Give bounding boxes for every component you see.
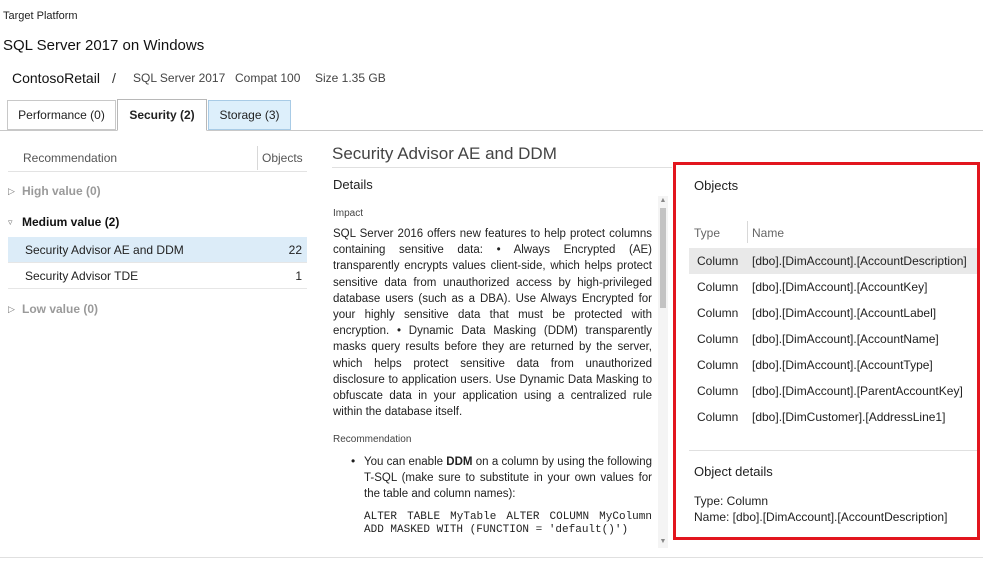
bottom-divider [0,557,983,558]
objects-column-header[interactable]: Objects [262,151,303,165]
column-resize-handle[interactable] [257,146,258,170]
object-type: Column [697,410,739,424]
tab-storage[interactable]: Storage (3) [208,100,291,130]
tab-performance[interactable]: Performance (0) [7,100,116,130]
object-name: [dbo].[DimAccount].[AccountLabel] [752,306,937,320]
recommendation-column-header[interactable]: Recommendation [23,151,117,165]
breadcrumb-size: Size 1.35 GB [315,71,386,85]
scroll-up-arrow-icon[interactable]: ▲ [658,196,668,206]
caret-down-icon: ▿ [8,216,13,227]
object-detail-type: Type: Column [694,494,769,508]
section-divider [689,450,977,451]
recommendation-count: 22 [288,242,302,257]
impact-text: SQL Server 2016 offers new features to h… [333,228,652,419]
breadcrumb-separator: / [112,70,116,86]
caret-right-icon: ▷ [8,303,15,314]
object-type: Column [697,306,739,320]
group-high-value[interactable]: ▷ High value (0) [8,181,101,201]
object-name: [dbo].[DimAccount].[AccountName] [752,332,939,346]
bullet-icon: • [351,454,356,468]
target-platform-name: SQL Server 2017 on Windows [3,37,205,54]
breadcrumb-database: ContosoRetail [12,70,100,86]
object-row[interactable]: Column [dbo].[DimCustomer].[AddressLine2] [689,430,977,438]
detail-title: Security Advisor AE and DDM [332,144,557,163]
breadcrumb-version: SQL Server 2017 [133,71,226,85]
recommendation-text: You can enable DDM on a column by using … [364,454,652,502]
objects-heading: Objects [694,178,739,193]
object-name: [dbo].[DimAccount].[ParentAccountKey] [752,384,963,398]
recommendation-name: Security Advisor TDE [25,268,139,283]
object-row[interactable]: Column [dbo].[DimAccount].[AccountLabel] [689,300,977,326]
type-column-header[interactable]: Type [694,226,720,240]
tab-security[interactable]: Security (2) [117,99,207,131]
group-label: Low value (0) [22,302,99,316]
detail-scrollbar-thumb[interactable] [660,208,666,308]
name-column-header[interactable]: Name [752,226,784,240]
object-name: [dbo].[DimCustomer].[AddressLine1] [752,410,946,424]
object-name: [dbo].[DimAccount].[AccountType] [752,358,933,372]
group-low-value[interactable]: ▷ Low value (0) [8,299,98,319]
details-heading: Details [333,177,373,192]
object-row[interactable]: Column [dbo].[DimCustomer].[AddressLine1] [689,404,977,430]
object-type: Column [697,332,739,346]
object-row[interactable]: Column [dbo].[DimAccount].[AccountName] [689,326,977,352]
column-resize-handle[interactable] [747,221,748,243]
impact-label: Impact [333,208,364,219]
objects-panel: Objects Type Name Column [dbo].[DimAccoun… [673,162,980,540]
recommendation-label: Recommendation [333,434,412,445]
object-type: Column [697,254,739,268]
object-row[interactable]: Column [dbo].[DimAccount].[ParentAccountK… [689,378,977,404]
header-divider [8,171,307,172]
title-divider [332,167,672,168]
recommendation-row-tde[interactable]: Security Advisor TDE 1 [8,263,307,289]
group-label: High value (0) [22,184,101,198]
object-type: Column [697,358,739,372]
breadcrumb-compat: Compat 100 [235,71,301,85]
object-type: Column [697,384,739,398]
tsql-code: ALTER TABLE MyTable ALTER COLUMN MyColum… [364,511,659,536]
object-row[interactable]: Column [dbo].[DimAccount].[AccountKey] [689,274,977,300]
object-type: Column [697,436,738,438]
target-platform-label: Target Platform [3,10,78,22]
objects-list[interactable]: Column [dbo].[DimAccount].[AccountDescrip… [689,248,977,438]
recommendation-row-ae-ddm[interactable]: Security Advisor AE and DDM 22 [8,237,307,263]
recommendation-count: 1 [295,268,302,283]
rec-text-prefix: You can enable [364,456,447,468]
group-medium-value[interactable]: ▿ Medium value (2) [8,212,119,232]
recommendation-name: Security Advisor AE and DDM [25,242,184,257]
object-name: [dbo].[DimAccount].[AccountKey] [752,280,928,294]
rec-text-bold: DDM [446,456,473,468]
object-row[interactable]: Column [dbo].[DimAccount].[AccountType] [689,352,977,378]
object-type: Column [697,280,739,294]
object-name: [dbo].[DimAccount].[AccountDescription] [752,254,967,268]
object-name: [dbo].[DimCustomer].[AddressLine2] [752,436,945,438]
group-label: Medium value (2) [22,215,120,229]
caret-right-icon: ▷ [8,185,15,196]
object-details-heading: Object details [694,464,773,479]
scroll-down-arrow-icon[interactable]: ▼ [658,537,668,547]
object-detail-name: Name: [dbo].[DimAccount].[AccountDescrip… [694,510,948,524]
object-row[interactable]: Column [dbo].[DimAccount].[AccountDescrip… [689,248,977,274]
